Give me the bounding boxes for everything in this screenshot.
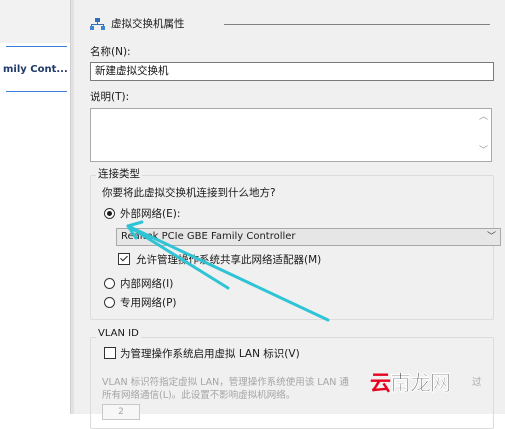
left-pane-divider: [6, 46, 67, 47]
scroll-down-icon[interactable]: ﹀: [479, 147, 488, 156]
internal-network-label[interactable]: 内部网络(I): [120, 276, 173, 291]
properties-header: 虚拟交换机属性: [90, 16, 185, 31]
name-label: 名称(N):: [90, 46, 131, 58]
site-watermark-logo: 云南龙网: [370, 370, 451, 395]
connection-question: 你要将此虚拟交换机连接到什么地方?: [102, 187, 276, 199]
external-network-label[interactable]: 外部网络(E):: [120, 206, 180, 221]
external-network-radio[interactable]: [104, 208, 115, 219]
left-pane: mily Cont...: [0, 0, 70, 414]
vlan-enable-label[interactable]: 为管理操作系统启用虚拟 LAN 标识(V): [120, 346, 300, 361]
properties-title: 虚拟交换机属性: [111, 18, 185, 30]
name-input[interactable]: 新建虚拟交换机: [90, 62, 494, 81]
header-rule: [224, 24, 490, 25]
vlan-enable-checkbox[interactable]: [104, 347, 116, 359]
left-pane-divider: [6, 91, 67, 92]
adapter-select[interactable]: Realtek PCIe GBE Family Controller ﹀: [116, 228, 501, 246]
vlan-group-title: VLAN ID: [96, 328, 141, 339]
network-switch-icon: [90, 17, 105, 30]
left-pane-header: [0, 0, 70, 43]
chevron-down-icon[interactable]: ﹀: [487, 229, 496, 245]
properties-pane: 虚拟交换机属性 名称(N): 新建虚拟交换机 说明(T): ︿ ﹀ 连接类型 你…: [74, 0, 505, 429]
adapter-select-value: Realtek PCIe GBE Family Controller: [121, 231, 296, 242]
private-network-radio[interactable]: [104, 297, 115, 308]
private-network-label[interactable]: 专用网络(P): [120, 295, 177, 310]
allow-share-label[interactable]: 允许管理操作系统共享此网络适配器(M): [136, 252, 321, 267]
scroll-up-icon[interactable]: ︿: [479, 113, 488, 122]
vlan-description-line2: 所有网络通信(L)。此设置不影响虚拟机网络。: [102, 390, 296, 401]
notes-label: 说明(T):: [90, 91, 130, 103]
connection-type-title: 连接类型: [96, 166, 142, 181]
internal-network-radio[interactable]: [104, 278, 115, 289]
allow-share-checkbox[interactable]: [118, 253, 130, 265]
vlan-description-line1: VLAN 标识符指定虚拟 LAN，管理操作系统使用该 LAN 通过: [102, 377, 482, 388]
sidebar-item-network-adapter[interactable]: mily Cont...: [3, 64, 69, 75]
notes-scrollbar[interactable]: ︿ ﹀: [476, 109, 491, 161]
notes-textarea[interactable]: ︿ ﹀: [90, 108, 492, 162]
vlan-id-input[interactable]: 2: [102, 404, 140, 420]
